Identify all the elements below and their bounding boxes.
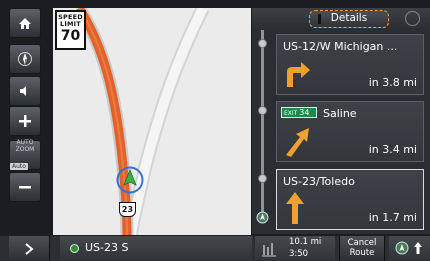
speed-limit-label: SPEED LIMIT: [58, 13, 83, 28]
navigation-screen: AUTO ZOOM Auto SPEED LIMIT 70 23 Details…: [0, 0, 430, 261]
route-shield: 23: [119, 202, 136, 217]
current-position-icon: [116, 166, 144, 194]
speed-limit-sign: SPEED LIMIT 70: [55, 10, 86, 50]
zoom-in-button[interactable]: [9, 106, 41, 136]
trip-distance: 10.1 mi: [289, 237, 322, 247]
slight-right-arrow-icon: [286, 128, 309, 157]
route-timeline: [261, 30, 264, 216]
auto-zoom-tag: Auto: [10, 162, 28, 170]
cancel-route-button[interactable]: Cancel Route: [339, 236, 385, 261]
maneuver-road: Saline: [323, 107, 357, 120]
details-marker: [318, 14, 321, 24]
trip-eta: 3:50: [289, 249, 309, 259]
cancel-route-line1: Cancel: [347, 238, 377, 248]
exit-prefix: EXIT: [284, 110, 298, 117]
exit-number: 34: [299, 108, 310, 117]
navigation-icon: [395, 241, 409, 255]
speaker-icon: [20, 86, 26, 96]
maneuver-item-current[interactable]: US-23/Toledo in 1.7 mi: [276, 169, 424, 230]
turn-right-arrow-icon: [287, 62, 310, 87]
route-overview-icon: [262, 243, 276, 257]
cancel-route-line2: Route: [349, 248, 375, 258]
zoom-out-button[interactable]: [9, 172, 41, 202]
compass-button[interactable]: [9, 44, 41, 74]
maneuver-distance: in 3.8 mi: [368, 76, 417, 89]
details-label: Details: [330, 12, 368, 24]
timeline-dot: [258, 39, 267, 48]
timeline-current-icon: [256, 211, 269, 224]
details-button[interactable]: Details: [309, 10, 389, 28]
maneuver-distance: in 3.4 mi: [368, 143, 417, 156]
zoom-out-icon: [19, 186, 31, 189]
timeline-dot: [258, 174, 267, 183]
auto-zoom-icon: AUTO ZOOM Auto: [10, 139, 40, 172]
navigation-toggle-button[interactable]: [389, 236, 430, 261]
chevron-right-icon: [25, 243, 34, 255]
maneuver-item[interactable]: US-12/W Michigan ... in 3.8 mi: [276, 34, 424, 95]
current-road-name: US-23 S: [85, 241, 129, 254]
speed-limit-value: 70: [60, 28, 81, 44]
close-icon[interactable]: [405, 11, 420, 26]
maneuver-distance: in 1.7 mi: [368, 211, 417, 224]
arrow-up-icon: [414, 242, 422, 254]
auto-zoom-button[interactable]: AUTO ZOOM Auto: [9, 139, 41, 172]
compass-icon: [18, 52, 32, 66]
expand-button[interactable]: [9, 236, 50, 261]
details-header: Details: [252, 8, 430, 30]
timeline-dot: [258, 106, 267, 115]
home-icon: [19, 17, 31, 29]
exit-badge: EXIT 34: [281, 107, 317, 118]
map-view[interactable]: SPEED LIMIT 70 23: [53, 8, 251, 235]
maneuver-item[interactable]: EXIT 34 Saline in 3.4 mi: [276, 101, 424, 162]
mute-button[interactable]: [9, 76, 41, 106]
maneuver-road: US-23/Toledo: [283, 175, 355, 188]
maneuver-road: US-12/W Michigan ...: [283, 40, 398, 53]
zoom-in-icon: [19, 115, 31, 127]
location-icon: [70, 244, 79, 253]
home-button[interactable]: [9, 8, 41, 38]
straight-arrow-icon: [286, 192, 304, 224]
trip-info-button[interactable]: 10.1 mi 3:50: [255, 236, 335, 261]
current-road-bar: US-23 S: [60, 236, 252, 261]
auto-zoom-label: AUTO ZOOM: [15, 138, 35, 153]
maneuver-panel: Details US-12/W Michigan ... in 3.8 mi E…: [252, 8, 430, 234]
